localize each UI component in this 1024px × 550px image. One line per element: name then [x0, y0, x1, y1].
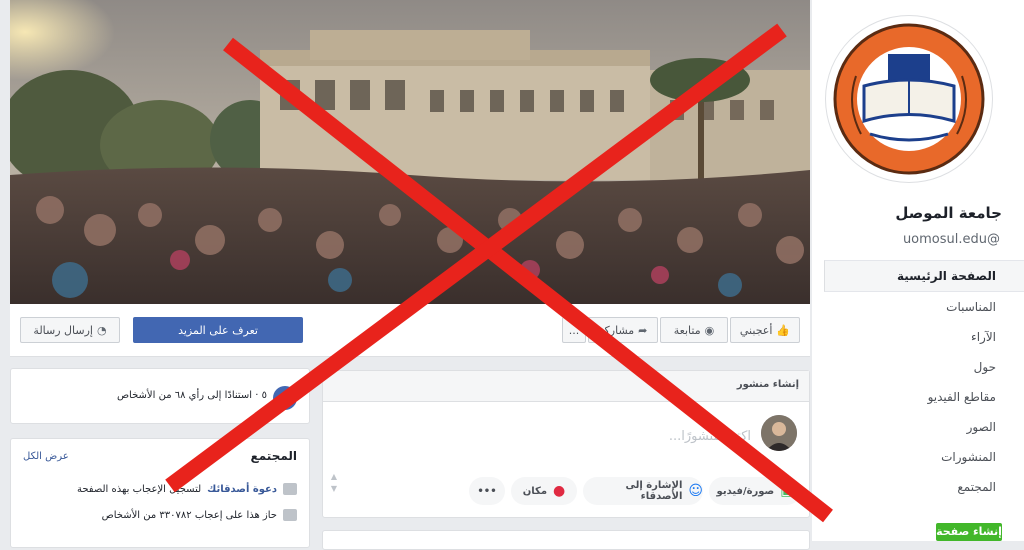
invite-friends-row: دعوة أصدقائك لتسجيل الإعجاب بهذه الصفحة — [77, 483, 297, 495]
next-post-card — [322, 530, 810, 550]
thumbs-up-icon: 👍 — [776, 323, 791, 337]
send-message-button[interactable]: ◔ إرسال رسالة — [20, 317, 120, 343]
sidebar-item-community[interactable]: المجتمع — [824, 472, 1024, 502]
likes-count-text: حاز هذا على إعجاب ٣٣٠٧٨٢ من الأشخاص — [101, 509, 277, 521]
create-post-header: إنشاء منشور — [323, 371, 809, 402]
share-button[interactable]: ➦ مشاركة — [588, 317, 658, 343]
sidebar-item-home[interactable]: الصفحة الرئيسية — [824, 260, 1024, 292]
like-icon — [283, 509, 297, 521]
sidebar-item-videos[interactable]: مقاطع الفيديو — [824, 382, 1024, 412]
share-label: مشاركة — [598, 323, 635, 337]
community-card: المجتمع عرض الكل دعوة أصدقائك لتسجيل الإ… — [10, 438, 310, 548]
more-button[interactable]: ... — [562, 317, 586, 343]
sidebar-nav: الصفحة الرئيسية المناسبات الآراء حول مقا… — [824, 260, 1024, 502]
more-tools-button[interactable]: ••• — [469, 477, 505, 505]
like-label: أعجبني — [739, 323, 773, 337]
more-tools-label: ••• — [477, 485, 497, 497]
invite-friends-text: لتسجيل الإعجاب بهذه الصفحة — [76, 483, 202, 495]
likes-row: حاز هذا على إعجاب ٣٣٠٧٨٢ من الأشخاص — [102, 509, 297, 521]
follow-button[interactable]: ◉ متابعة — [660, 317, 728, 343]
location-label: مكان — [522, 485, 548, 497]
photo-video-label: صورة/فيديو — [716, 485, 775, 497]
cover-photo-image — [10, 0, 810, 304]
sidebar-item-reviews[interactable]: الآراء — [824, 322, 1024, 352]
like-button[interactable]: 👍 أعجبني — [730, 317, 800, 343]
learn-more-button[interactable]: تعرف على المزيد — [133, 317, 303, 343]
rating-text: ٥ · استنادًا إلى رأي ٦٨ من الأشخاص — [116, 390, 267, 401]
page-username[interactable]: uomosul.edu@ — [903, 232, 1000, 247]
rss-icon: ◉ — [704, 323, 715, 337]
more-label: ... — [568, 323, 580, 337]
page-action-bar: 👍 أعجبني ◉ متابعة ➦ مشاركة ... تعرف على … — [10, 304, 810, 357]
people-icon — [283, 483, 297, 495]
tag-friends-button[interactable]: ☺ الإشارة إلى الأصدقاء — [583, 477, 703, 505]
see-all-link[interactable]: عرض الكل — [23, 451, 69, 462]
community-title: المجتمع — [250, 449, 297, 463]
photo-video-button[interactable]: ▣ صورة/فيديو — [709, 477, 801, 505]
rating-score-badge: ٤٫٦ — [273, 386, 297, 410]
photo-icon: ▣ — [780, 483, 794, 499]
composer-scrollbar[interactable]: ▲ ▼ — [329, 471, 339, 509]
create-post-card: إنشاء منشور اكتب منشورًا... ▣ صورة/فيديو… — [322, 370, 810, 518]
page-title[interactable]: جامعة الموصل — [895, 204, 1002, 222]
rating-card: ٤٫٦ ٥ · استنادًا إلى رأي ٦٨ من الأشخاص — [10, 368, 310, 424]
university-logo[interactable] — [826, 16, 992, 182]
messenger-icon: ◔ — [96, 323, 107, 337]
create-page-button[interactable]: إنشاء صفحة — [936, 523, 1002, 541]
profile-picture — [833, 23, 985, 175]
tag-friends-icon: ☺ — [688, 483, 703, 499]
sidebar-item-photos[interactable]: الصور — [824, 412, 1024, 442]
learn-more-label: تعرف على المزيد — [178, 323, 258, 337]
follow-label: متابعة — [673, 323, 701, 337]
share-arrow-icon: ➦ — [638, 323, 648, 337]
location-pin-icon: ● — [553, 483, 566, 499]
composer-tools: ▣ صورة/فيديو ☺ الإشارة إلى الأصدقاء ● مك… — [323, 471, 809, 509]
avatar — [761, 415, 797, 451]
send-message-label: إرسال رسالة — [33, 323, 93, 337]
invite-friends-link[interactable]: دعوة أصدقائك — [207, 484, 277, 495]
post-composer-input[interactable]: اكتب منشورًا... — [669, 429, 751, 444]
cover-photo[interactable] — [10, 0, 810, 304]
avatar-image — [761, 415, 797, 451]
create-post-title: إنشاء منشور — [736, 379, 799, 390]
tag-friends-label: الإشارة إلى الأصدقاء — [625, 480, 683, 502]
location-button[interactable]: ● مكان — [511, 477, 577, 505]
sidebar-item-about[interactable]: حول — [824, 352, 1024, 382]
sidebar-item-posts[interactable]: المنشورات — [824, 442, 1024, 472]
sidebar-item-events[interactable]: المناسبات — [824, 292, 1024, 322]
